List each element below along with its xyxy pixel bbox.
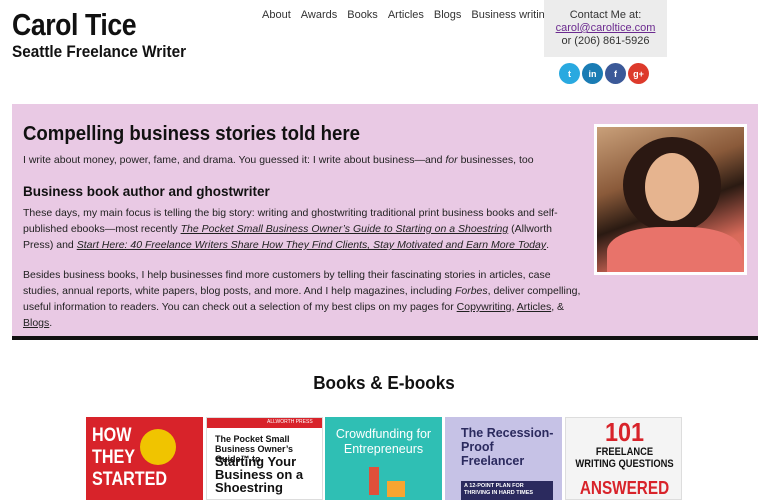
site-tagline: Seattle Freelance Writer	[12, 42, 187, 61]
twitter-icon[interactable]: t	[559, 63, 580, 84]
pocket-guide-link[interactable]: The Pocket Small Business Owner’s Guide …	[181, 223, 509, 235]
publisher-name: ALLWORTH PRESS	[267, 419, 313, 425]
hero-section: Compelling business stories told here I …	[12, 104, 758, 338]
hero-intro-text: I write about money, power, fame, and dr…	[23, 154, 446, 166]
award-seal-icon	[140, 429, 176, 465]
contact-label: Contact Me at:	[569, 9, 642, 21]
facebook-icon[interactable]: f	[605, 63, 626, 84]
site-logo[interactable]: Carol Tice Seattle Freelance Writer	[12, 8, 205, 62]
start-here-link[interactable]: Start Here: 40 Freelance Writers Share H…	[77, 239, 546, 251]
author-photo	[594, 124, 747, 275]
nav-about[interactable]: About	[262, 9, 291, 21]
nav-articles[interactable]: Articles	[388, 9, 424, 21]
book-cover-pocket-guide[interactable]: ALLWORTH PRESS The Pocket Small Business…	[206, 417, 323, 500]
p2-forbes: Forbes	[454, 285, 488, 297]
nav-business-writing[interactable]: Business writing	[471, 9, 550, 21]
p2-sep: , &	[551, 301, 565, 313]
hero-intro-emphasis: for	[445, 154, 458, 166]
linkedin-icon[interactable]: in	[582, 63, 603, 84]
book-title: The Recession-Proof Freelancer	[461, 426, 554, 468]
p1-text-end: .	[546, 239, 550, 251]
book-title: HOW THEY STARTED	[92, 425, 168, 490]
articles-link[interactable]: Articles	[517, 301, 551, 313]
contact-email-link[interactable]: carol@caroltice.com	[544, 22, 667, 35]
book-cover-101-questions[interactable]: 101 FREELANCE WRITING QUESTIONS ANSWERED	[565, 417, 682, 500]
p2-text-end: .	[49, 317, 53, 329]
nav-awards[interactable]: Awards	[301, 9, 337, 21]
book-cover-how-they-started[interactable]: HOW THEY STARTED	[86, 417, 203, 500]
books-section-title: Books & E-books	[313, 373, 455, 393]
hero-intro-text-end: businesses, too	[457, 154, 534, 166]
photo-face	[645, 153, 699, 221]
copywriting-link[interactable]: Copywriting	[457, 301, 512, 313]
pocket-guide-link-text: The Pocket Small Business Owner’s Guide …	[180, 223, 509, 235]
book-number: 101	[604, 417, 645, 447]
hero-paragraph-clients: Besides business books, I help businesse…	[23, 267, 583, 331]
book-answered: ANSWERED	[579, 478, 670, 498]
main-nav: About Awards Books Articles Blogs Busine…	[262, 9, 551, 21]
hero-subtitle: Business book author and ghostwriter	[23, 184, 270, 199]
hero-title: Compelling business stories told here	[23, 123, 360, 145]
book-title: Crowdfunding for Entrepreneurs	[335, 427, 432, 456]
nav-books[interactable]: Books	[347, 9, 378, 21]
contact-phone: or (206) 861-5926	[561, 35, 650, 47]
book-cover-recession-proof[interactable]: The Recession-Proof Freelancer A 12-POIN…	[445, 417, 562, 500]
book-cover-crowdfunding[interactable]: Crowdfunding for Entrepreneurs	[325, 417, 442, 500]
blogs-link[interactable]: Blogs	[23, 317, 49, 329]
site-name[interactable]: Carol Tice	[12, 8, 178, 42]
google-plus-icon[interactable]: g+	[628, 63, 649, 84]
hero-divider	[12, 336, 758, 340]
social-links: t in f g+	[559, 63, 649, 84]
hero-paragraph-books: These days, my main focus is telling the…	[23, 205, 583, 253]
person-figure-icon	[369, 467, 379, 495]
book-subtitle: A 12-POINT PLAN FOR THRIVING IN HARD TIM…	[461, 481, 553, 500]
box-icon	[387, 481, 405, 497]
photo-sweater	[607, 227, 742, 272]
contact-box: Contact Me at: carol@caroltice.com or (2…	[544, 0, 667, 57]
book-title-large: Starting Your Business on a Shoestring	[215, 454, 304, 495]
hero-intro: I write about money, power, fame, and dr…	[23, 152, 583, 168]
nav-blogs[interactable]: Blogs	[434, 9, 462, 21]
book-title: FREELANCE WRITING QUESTIONS	[575, 446, 674, 470]
start-here-link-text: Start Here: 40 Freelance Writers Share H…	[76, 239, 547, 251]
